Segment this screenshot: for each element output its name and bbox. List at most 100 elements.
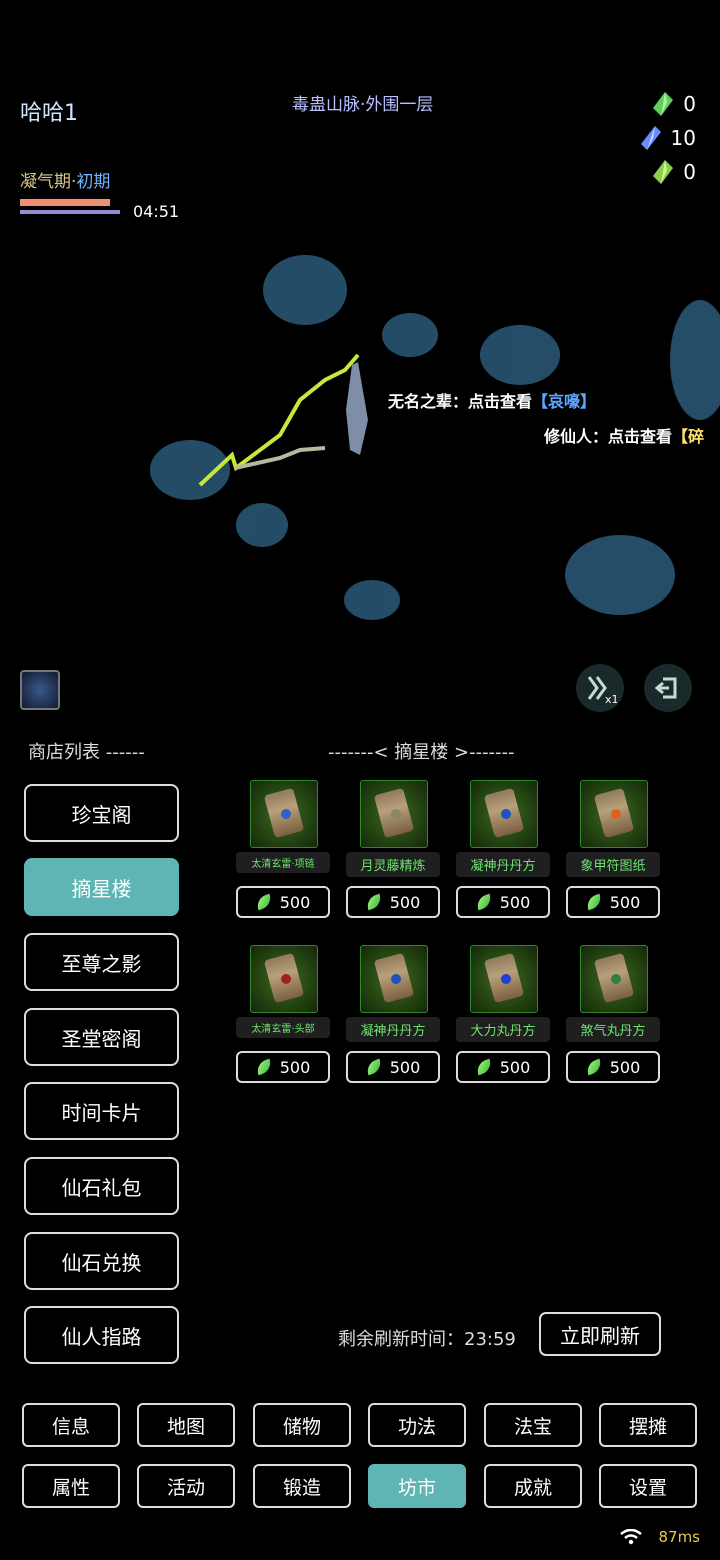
nav-treasure[interactable]: 法宝 bbox=[484, 1403, 582, 1447]
scroll-icon[interactable] bbox=[360, 945, 428, 1013]
scroll-icon[interactable] bbox=[360, 780, 428, 848]
refresh-label: 剩余刷新时间： bbox=[338, 1329, 464, 1350]
item-price: 500 bbox=[609, 1057, 641, 1077]
shop-tab-shijiankapian[interactable]: 时间卡片 bbox=[24, 1082, 179, 1140]
shop-item[interactable]: 月灵藤精炼 500 bbox=[346, 780, 472, 920]
cultivation-timer: 04:51 bbox=[133, 202, 180, 221]
shop-tab-zhaixinglou[interactable]: 摘星楼 bbox=[24, 858, 179, 916]
buy-button[interactable]: 500 bbox=[236, 886, 330, 918]
buy-button[interactable]: 500 bbox=[346, 886, 440, 918]
map-name: 毒蛊山脉·外围一层 bbox=[292, 95, 434, 115]
player-character bbox=[346, 362, 368, 455]
nav-info[interactable]: 信息 bbox=[22, 1403, 120, 1447]
nav-stall[interactable]: 摆摊 bbox=[599, 1403, 697, 1447]
item-name: 象甲符图纸 bbox=[566, 852, 660, 877]
nav-skills[interactable]: 功法 bbox=[368, 1403, 466, 1447]
jade-icon bbox=[364, 1058, 384, 1076]
shop-tab-zhizunzhiying[interactable]: 至尊之影 bbox=[24, 933, 179, 991]
shop-header: -------< 摘星楼 >------- bbox=[328, 742, 515, 763]
currency-value: 10 bbox=[670, 126, 696, 150]
currency-blue: 10 bbox=[640, 126, 696, 150]
scroll-icon[interactable] bbox=[250, 945, 318, 1013]
snake bbox=[198, 353, 360, 487]
nav-attributes[interactable]: 属性 bbox=[22, 1464, 120, 1508]
chat-message[interactable]: 修仙人：点击查看【碎 bbox=[544, 423, 720, 447]
jade-icon bbox=[364, 893, 384, 911]
shop-tab-xianrenzhilu[interactable]: 仙人指路 bbox=[24, 1306, 179, 1364]
green-gem-icon bbox=[653, 160, 674, 184]
nav-achievements[interactable]: 成就 bbox=[484, 1464, 582, 1508]
jade-icon bbox=[474, 1058, 494, 1076]
shop-item[interactable]: 煞气丸丹方 500 bbox=[566, 945, 692, 1085]
refresh-timer: 剩余刷新时间：23:59 bbox=[338, 1325, 516, 1351]
shop-item[interactable]: 凝神丹丹方 500 bbox=[346, 945, 472, 1085]
scroll-icon[interactable] bbox=[470, 945, 538, 1013]
item-name: 凝神丹丹方 bbox=[346, 1017, 440, 1042]
chat-name: 无名之辈： bbox=[388, 392, 469, 411]
buy-button[interactable]: 500 bbox=[346, 1051, 440, 1083]
shop-item[interactable]: 凝神丹丹方 500 bbox=[456, 780, 582, 920]
shop-tab-xianshiduihuan[interactable]: 仙石兑换 bbox=[24, 1232, 179, 1290]
refresh-now-button[interactable]: 立即刷新 bbox=[539, 1312, 661, 1356]
jade-icon bbox=[474, 893, 494, 911]
nav-activities[interactable]: 活动 bbox=[137, 1464, 235, 1508]
scroll-icon[interactable] bbox=[580, 945, 648, 1013]
item-price: 500 bbox=[389, 1057, 421, 1077]
shop-item[interactable]: 太清玄雷·项链 500 bbox=[236, 780, 362, 920]
scroll-icon[interactable] bbox=[250, 780, 318, 848]
scroll-icon[interactable] bbox=[580, 780, 648, 848]
currency-green-2: 0 bbox=[653, 160, 696, 184]
nav-map[interactable]: 地图 bbox=[137, 1403, 235, 1447]
item-price: 500 bbox=[499, 1057, 531, 1077]
shop-item[interactable]: 大力丸丹方 500 bbox=[456, 945, 582, 1085]
chat-message[interactable]: 无名之辈：点击查看【哀嚎】 bbox=[388, 388, 596, 412]
currency-value: 0 bbox=[683, 160, 696, 184]
chat-action: 点击查看 bbox=[608, 427, 673, 446]
pet-avatar-button[interactable] bbox=[20, 670, 60, 710]
chat-link[interactable]: 【哀嚎】 bbox=[532, 392, 596, 411]
shop-tab-shengtangmige[interactable]: 圣堂密阁 bbox=[24, 1008, 179, 1066]
speed-icon: x1 bbox=[587, 676, 617, 705]
item-name: 太清玄雷·头部 bbox=[236, 1017, 330, 1038]
chat-link[interactable]: 【碎 bbox=[672, 427, 704, 446]
buy-button[interactable]: 500 bbox=[236, 1051, 330, 1083]
shop-tab-xianshilibao[interactable]: 仙石礼包 bbox=[24, 1157, 179, 1215]
shop-item[interactable]: 象甲符图纸 500 bbox=[566, 780, 692, 920]
realm-main: 凝气期 bbox=[20, 172, 71, 192]
buy-button[interactable]: 500 bbox=[456, 1051, 550, 1083]
buy-button[interactable]: 500 bbox=[456, 886, 550, 918]
player-name: 哈哈1 bbox=[20, 101, 78, 126]
ping-value: 87ms bbox=[658, 1528, 700, 1546]
item-price: 500 bbox=[499, 892, 531, 912]
item-name: 月灵藤精炼 bbox=[346, 852, 440, 877]
currency-value: 0 bbox=[683, 92, 696, 116]
item-name: 煞气丸丹方 bbox=[566, 1017, 660, 1042]
speed-x1-button[interactable]: x1 bbox=[576, 664, 624, 712]
buy-button[interactable]: 500 bbox=[566, 886, 660, 918]
nav-market[interactable]: 坊市 bbox=[368, 1464, 466, 1508]
exp-bar bbox=[20, 210, 120, 214]
exit-icon bbox=[654, 677, 677, 699]
nav-storage[interactable]: 储物 bbox=[253, 1403, 351, 1447]
currency-green: 0 bbox=[653, 92, 696, 116]
item-price: 500 bbox=[279, 892, 311, 912]
jade-icon bbox=[584, 893, 604, 911]
scroll-icon[interactable] bbox=[470, 780, 538, 848]
item-price: 500 bbox=[279, 1057, 311, 1077]
nav-forge[interactable]: 锻造 bbox=[253, 1464, 351, 1508]
cultivation-realm: 凝气期·初期 bbox=[20, 167, 110, 192]
green-gem-icon bbox=[653, 92, 674, 116]
buy-button[interactable]: 500 bbox=[566, 1051, 660, 1083]
shop-item[interactable]: 太清玄雷·头部 500 bbox=[236, 945, 362, 1085]
shop-tab-zhenbaoge[interactable]: 珍宝阁 bbox=[24, 784, 179, 842]
item-name: 凝神丹丹方 bbox=[456, 852, 550, 877]
chat-name: 修仙人： bbox=[544, 427, 609, 446]
jade-icon bbox=[254, 1058, 274, 1076]
item-name: 大力丸丹方 bbox=[456, 1017, 550, 1042]
exit-button[interactable] bbox=[644, 664, 692, 712]
nav-settings[interactable]: 设置 bbox=[599, 1464, 697, 1508]
wifi-icon bbox=[620, 1529, 643, 1545]
item-price: 500 bbox=[609, 892, 641, 912]
blue-gem-icon bbox=[640, 126, 661, 150]
hp-bar bbox=[20, 199, 110, 206]
